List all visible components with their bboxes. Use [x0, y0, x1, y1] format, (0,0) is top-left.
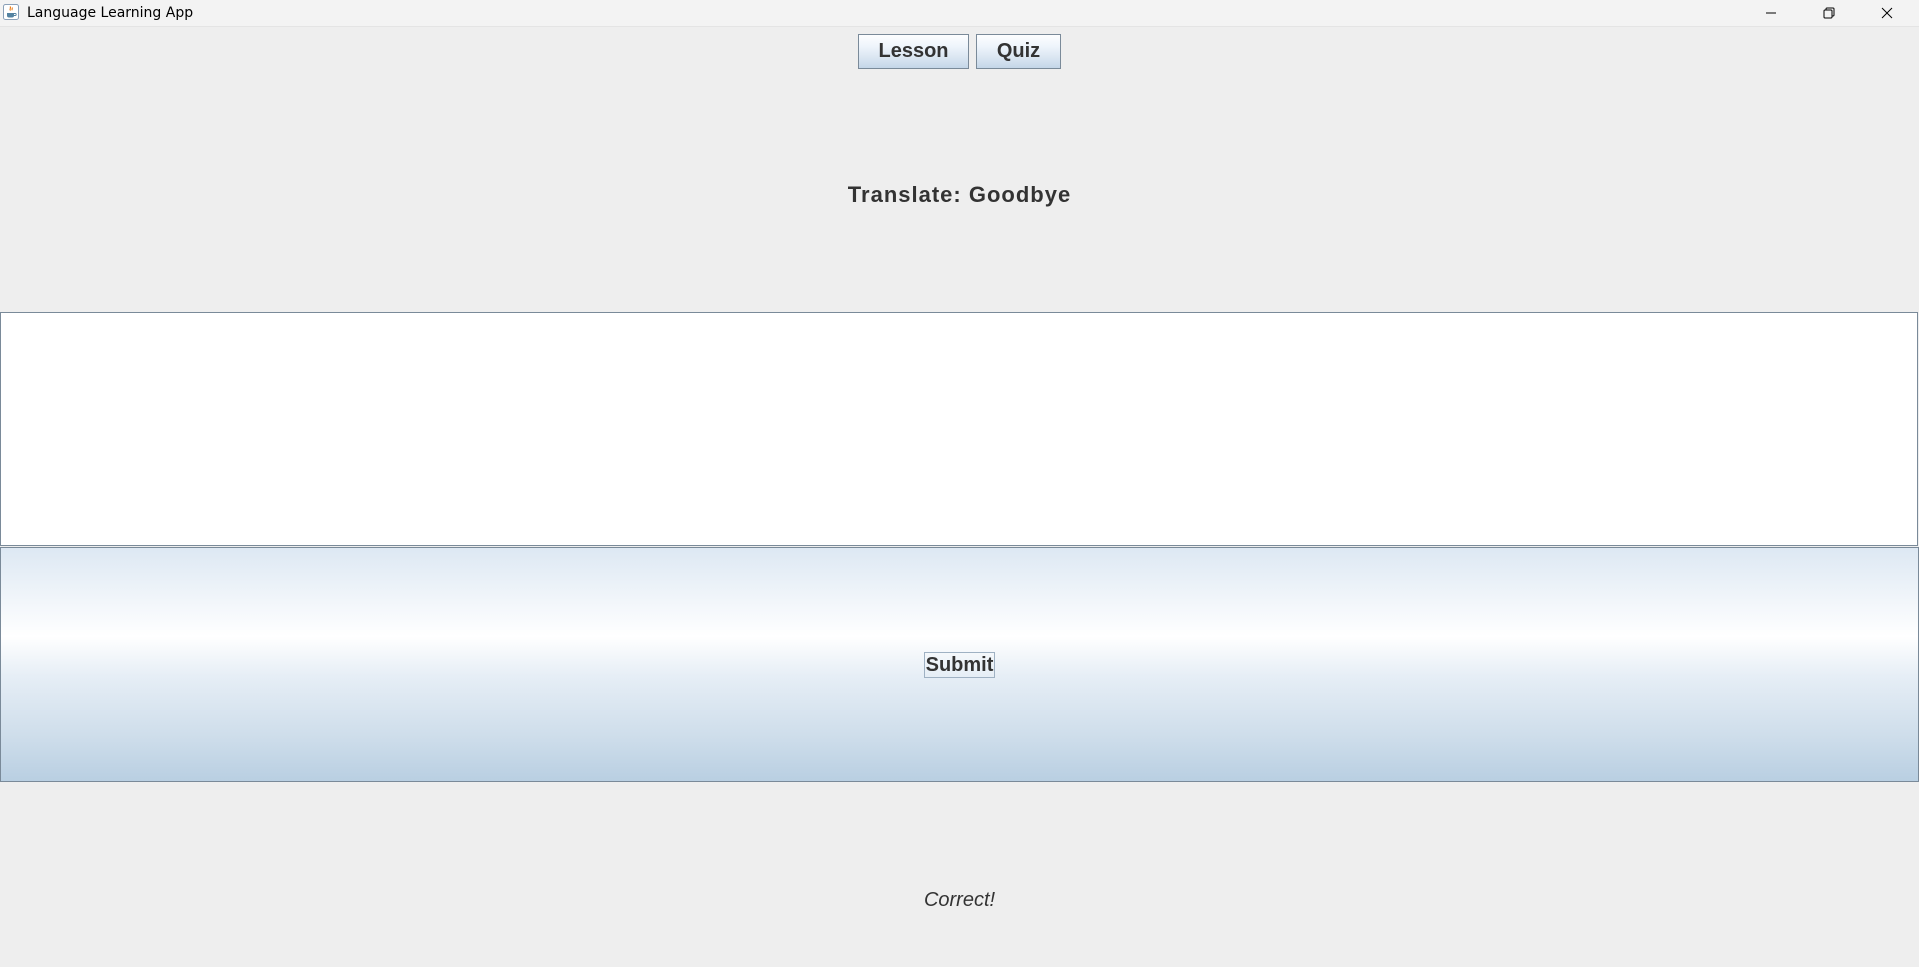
restore-icon [1823, 7, 1835, 19]
app-window: Language Learning App Lesson Quiz Transl… [0, 0, 1919, 967]
title-bar[interactable]: Language Learning App [0, 0, 1919, 27]
window-title: Language Learning App [27, 5, 194, 21]
quiz-button[interactable]: Quiz [976, 34, 1061, 69]
minimize-icon [1765, 7, 1777, 19]
question-prompt: Translate: Goodbye [847, 182, 1072, 207]
java-cup-icon [3, 4, 19, 20]
minimize-button[interactable] [1742, 0, 1800, 26]
close-button[interactable] [1858, 0, 1916, 26]
answer-input[interactable] [0, 312, 1918, 546]
feedback-message: Correct! [923, 889, 996, 911]
maximize-button[interactable] [1800, 0, 1858, 26]
submit-button[interactable]: Submit [0, 547, 1919, 782]
submit-label: Submit [923, 651, 996, 678]
close-icon [1881, 7, 1893, 19]
lesson-button[interactable]: Lesson [858, 34, 969, 69]
